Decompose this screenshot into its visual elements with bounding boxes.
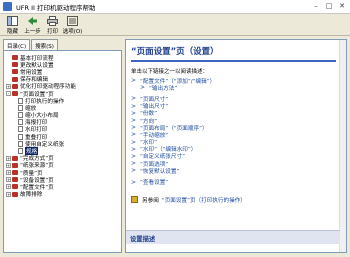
expander-icon[interactable]: + [6,191,11,197]
title-bar: UFR II 打印机驱动程序帮助 – □ ✕ [0,0,350,14]
see-also-label: 另参阅 [142,197,159,204]
book-icon [12,184,18,190]
topic-link[interactable]: > “恢复默认设置” [131,167,336,175]
link-arrow-icon: > [131,167,137,175]
topic-link[interactable]: > “手动缩放” [131,131,336,139]
book-icon [12,191,18,197]
link-arrow-icon: > [131,124,137,132]
topic-link[interactable]: > “查看设置” [131,178,336,187]
page-icon [18,148,23,155]
back-arrow-icon [28,17,37,25]
tree-item[interactable]: + 故障排除 [6,191,119,198]
page-title: “页面设置”页（设置） [131,47,219,57]
link-arrow-icon: > [131,77,137,85]
hide-button[interactable]: 隐藏 [3,14,22,35]
options-icon [67,16,78,26]
intro-text: 单击以下链接之一以阅读描述： [131,69,209,75]
contents-tree: 基本打印流程 更改默认设置 常用设置 保存和编辑 + 优化打印驱动程序功能 - “页… [3,50,122,253]
back-button[interactable]: 上一步 [23,14,42,35]
page-icon [18,133,23,140]
vertical-scrollbar[interactable] [339,40,346,252]
tab-search[interactable]: 搜索(S) [31,39,58,50]
link-arrow-icon: > [131,95,137,103]
topic-link[interactable]: > “输出尺寸” [131,102,336,111]
book-icon [12,155,18,161]
book-icon [12,62,18,68]
tree-item[interactable]: 水印打印 [6,126,119,133]
book-icon [12,83,18,89]
expander-icon[interactable]: + [6,177,11,183]
topic-content: “页面设置”页（设置） 单击以下链接之一以阅读描述： > “配置文件”（“添加”/… [131,45,336,204]
topic-link[interactable]: > “份数” [131,109,336,118]
page-icon [18,97,23,104]
link-arrow-icon: > [131,145,137,153]
book-icon [12,69,18,75]
link-arrow-icon: > [131,178,137,186]
see-also-link[interactable]: “页面设置”页（打印执行的操作） [162,196,246,204]
hide-pane-icon [7,16,18,26]
book-icon [12,55,18,61]
page-icon [18,112,23,119]
maximize-icon[interactable]: □ [323,2,335,11]
link-arrow-icon: > [131,138,137,146]
printer-icon [47,16,58,26]
link-arrow-icon: > [131,102,137,110]
book-icon [12,76,18,82]
options-button[interactable]: 选项(O) [63,14,82,35]
page-icon [18,119,23,126]
help-app-icon [3,2,12,11]
expander-icon[interactable]: + [6,184,11,190]
toolbar: 隐藏 上一步 打印 选项(O) [0,14,350,36]
heading-rule [131,60,336,62]
minimize-icon[interactable]: – [310,2,322,11]
book-icon [12,162,18,168]
close-icon[interactable]: ✕ [336,2,348,11]
tree-item[interactable]: 打印执行的操作 [6,97,119,105]
tree-item[interactable]: 缩小大小布局 [6,112,119,119]
navigation-pane: 目录(C) 搜索(S) 基本打印流程 更改默认设置 常用设置 保存和编辑 + 优化… [3,39,122,253]
window-title: UFR II 打印机驱动程序帮助 [16,3,96,12]
expander-icon[interactable]: + [6,162,11,168]
page-icon [18,126,23,133]
link-arrow-icon: > [131,131,137,139]
link-arrow-icon: > [131,152,137,160]
settings-description-bar: 设置描述 [126,230,340,244]
page-icon [18,104,23,111]
expander-icon[interactable]: - [6,91,11,97]
tree-item[interactable]: 海报打印 [6,119,119,126]
tab-contents[interactable]: 目录(C) [3,39,31,50]
expander-icon[interactable]: + [6,170,11,176]
tree-item[interactable]: 缩放 [6,104,119,112]
expander-icon[interactable]: + [6,83,11,89]
print-button[interactable]: 打印 [43,14,62,35]
topic-link-text[interactable]: “输出方法” [149,84,177,92]
page-icon [18,140,23,147]
book-icon [12,177,18,183]
see-also: 另参阅 “页面设置”页（打印执行的操作） [131,196,336,204]
related-topic-icon [131,196,138,204]
book-icon [12,170,18,176]
tree-item[interactable]: 使用自定义纸张 [6,140,119,148]
link-arrow-icon: > [131,117,137,125]
topic-pane: “页面设置”页（设置） 单击以下链接之一以阅读描述： > “配置文件”（“添加”/… [125,39,347,253]
expander-icon[interactable]: + [6,155,11,161]
link-arrow-icon: > [131,160,137,168]
topic-link-text[interactable]: “恢复默认设置” [140,167,179,175]
link-arrow-icon: > [131,109,137,117]
open-book-icon [12,91,18,97]
link-arrow-icon: > [140,84,146,92]
topic-link[interactable]: > “输出方法” [131,84,336,92]
topic-link-text[interactable]: “查看设置” [140,178,168,186]
